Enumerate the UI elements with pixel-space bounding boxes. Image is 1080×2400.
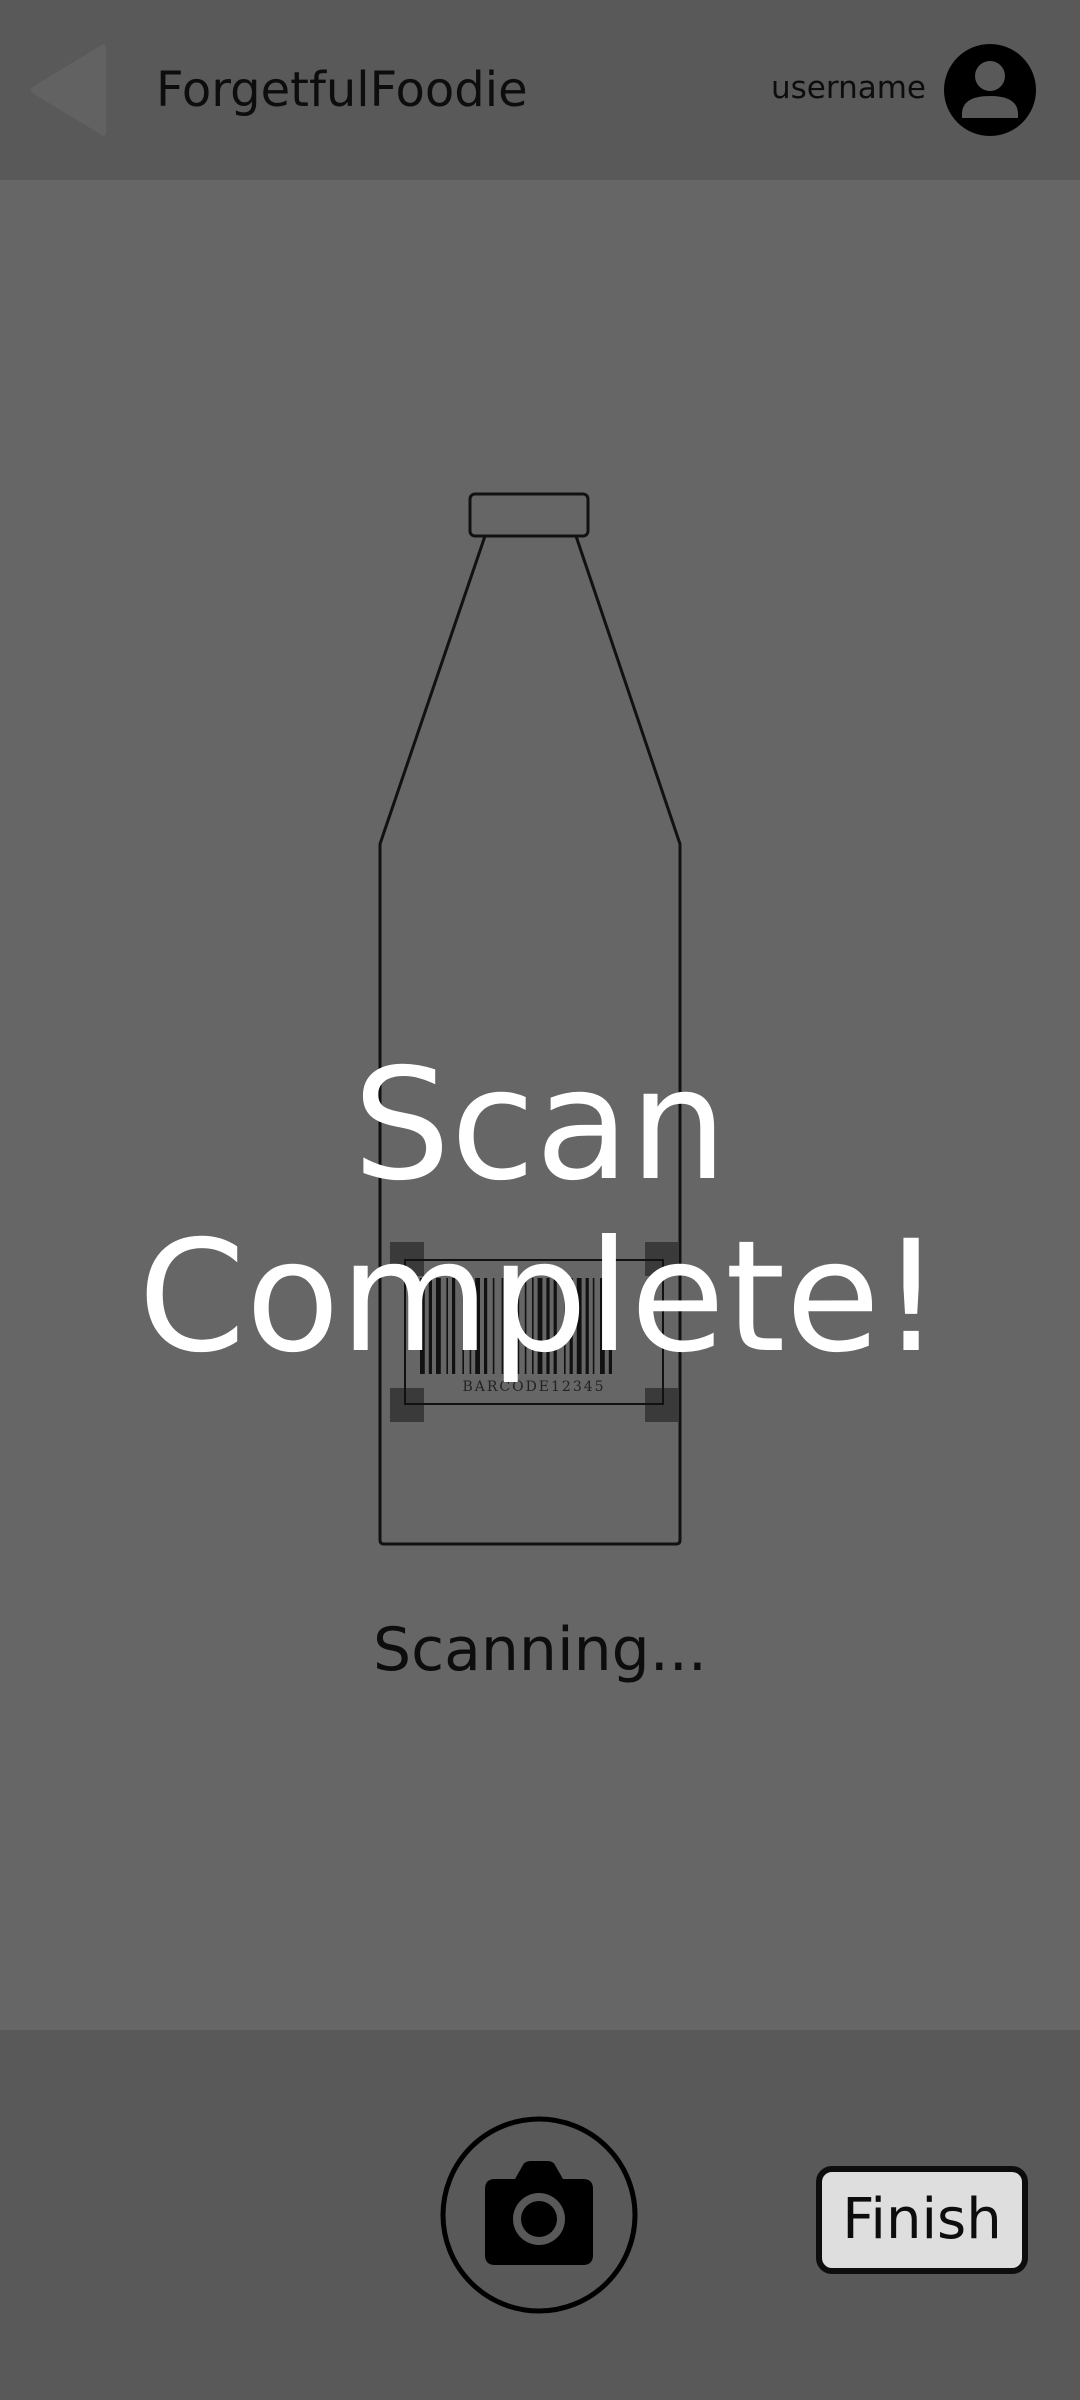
avatar[interactable] [944,44,1036,136]
user-circle-icon [944,44,1036,136]
camera-icon [440,2116,638,2314]
bottle-outline: BARCODE12345 [378,492,682,1546]
scan-screen: ForgetfulFoodie username BARCODE12345 Sc… [0,0,1080,2400]
back-button[interactable] [26,42,116,138]
scanning-status: Scanning... [373,1615,707,1685]
app-title: ForgetfulFoodie [156,62,528,118]
camera-viewfinder: BARCODE12345 Scan Complete! Scanning... [0,180,1080,2030]
shutter-button[interactable] [439,2115,639,2315]
barcode-icon: BARCODE12345 [390,1242,679,1422]
bottom-toolbar: Finish [0,2030,1080,2400]
triangle-left-icon [31,44,106,136]
barcode-text: BARCODE12345 [462,1379,605,1395]
username-label: username [771,70,926,106]
finish-button[interactable]: Finish [816,2166,1028,2274]
app-header: ForgetfulFoodie username [0,0,1080,180]
